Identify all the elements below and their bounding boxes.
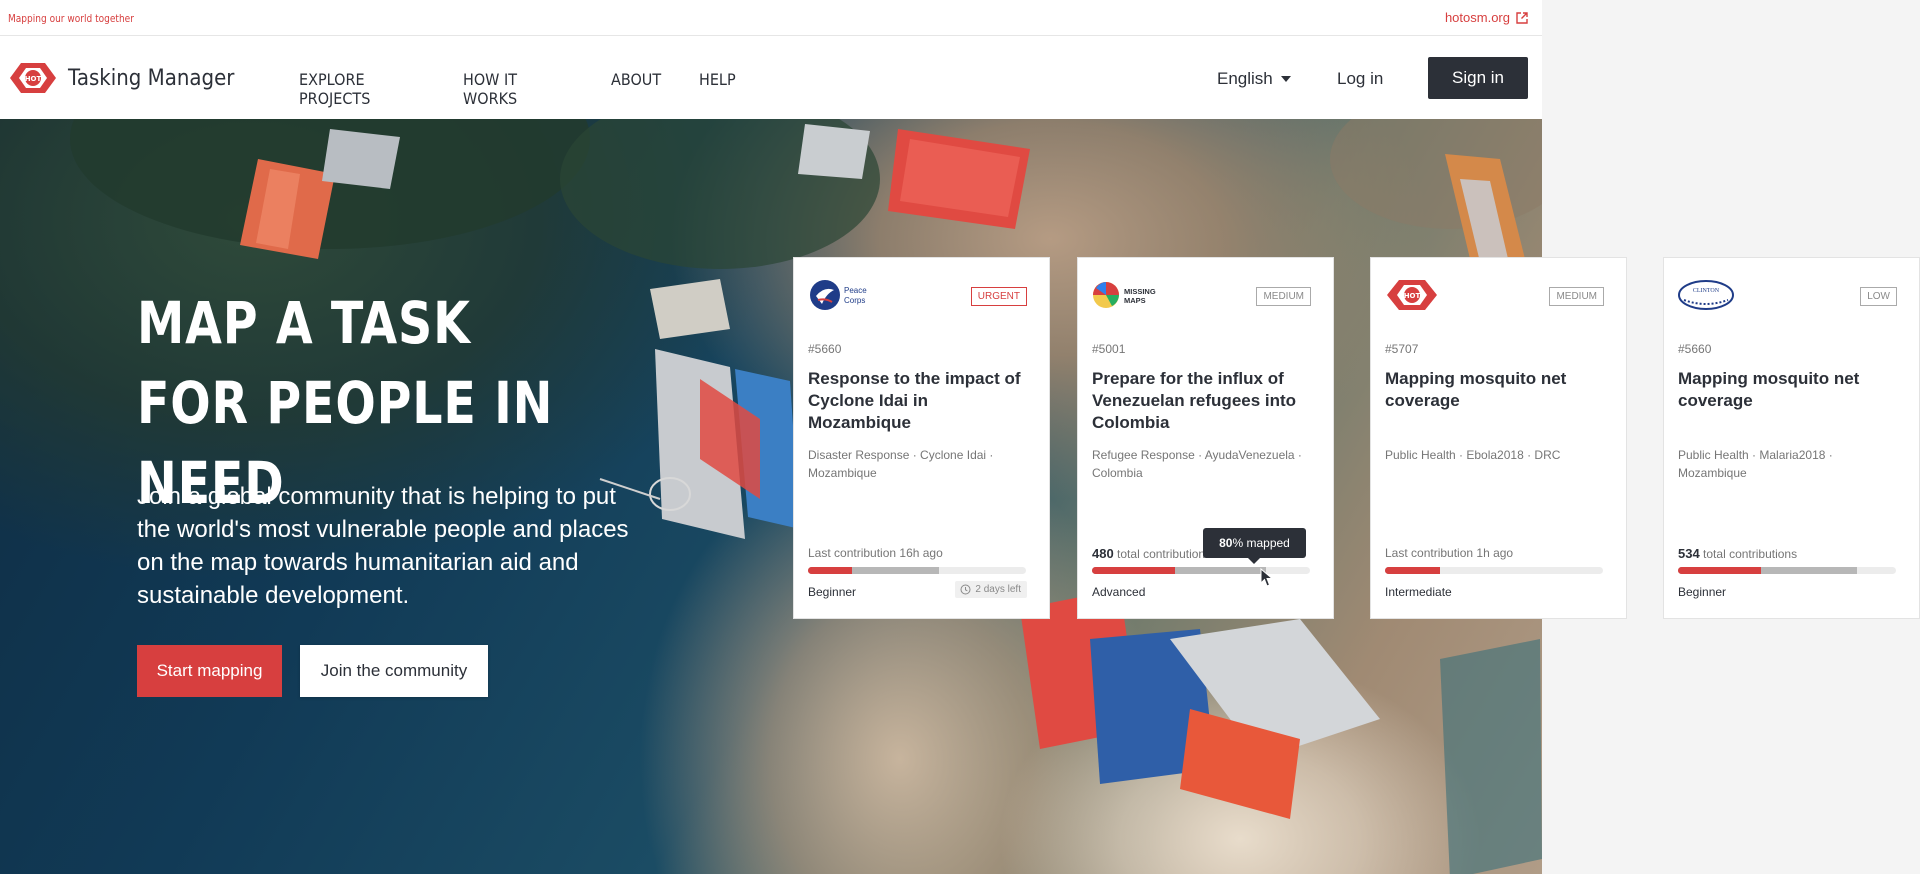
hero-subtitle: Join a global community that is helping … (137, 483, 629, 609)
priority-badge: MEDIUM (1549, 287, 1604, 306)
hot-org-logo-icon: HOT (1387, 280, 1437, 310)
join-community-button[interactable]: Join the community (300, 645, 488, 697)
progress-mapped (1092, 567, 1175, 574)
project-tags: Refugee Response · AyudaVenezuela · Colo… (1092, 448, 1302, 480)
difficulty-level: Intermediate (1385, 585, 1452, 599)
clinton-text: CLINTON (1693, 288, 1720, 294)
site-logo[interactable]: HOT Tasking Manager (8, 61, 253, 95)
start-mapping-button[interactable]: Start mapping (137, 645, 282, 697)
external-link-icon (1516, 11, 1528, 24)
brand-name: Tasking Manager (68, 65, 235, 91)
login-link[interactable]: Log in (1337, 69, 1383, 89)
hotosm-link[interactable]: hotosm.org (1445, 10, 1528, 25)
org-logo: Peace Corps (808, 278, 872, 312)
mouse-cursor-icon (1260, 568, 1274, 587)
project-card[interactable]: Peace Corps URGENT #5660 Response to the… (793, 257, 1050, 619)
language-selector[interactable]: English (1217, 69, 1291, 89)
hot-org-text: HOT (1404, 292, 1421, 300)
signin-button[interactable]: Sign in (1428, 57, 1528, 99)
missing-maps-text-1: MISSING (1124, 287, 1156, 296)
project-card[interactable]: MISSING MAPS MEDIUM #5001 Prepare for th… (1077, 257, 1334, 619)
last-contribution: Last contribution 16h ago (808, 546, 943, 560)
hot-logo-icon: HOT (10, 63, 56, 93)
progress-bar[interactable] (1092, 567, 1310, 574)
difficulty-level: Advanced (1092, 585, 1146, 599)
progress-bar (1385, 567, 1603, 574)
progress-tooltip: 80% mapped (1203, 528, 1306, 564)
difficulty-level: Beginner (808, 585, 857, 599)
hotosm-link-label: hotosm.org (1444, 10, 1510, 25)
total-contributions: 534 total contributions (1678, 546, 1797, 561)
project-title: Mapping mosquito net coverage (1385, 369, 1567, 410)
nav-explore-projects[interactable]: EXPLORE PROJECTS (299, 70, 425, 108)
contribution-count: 534 (1678, 546, 1700, 561)
nav-how-it-works[interactable]: HOW IT WORKS (463, 70, 575, 108)
peace-corps-text-2: Corps (844, 296, 865, 305)
project-id: #5660 (1678, 342, 1712, 356)
org-logo: HOT (1385, 278, 1439, 312)
progress-mapped (1678, 567, 1761, 574)
project-id: #5001 (1092, 342, 1126, 356)
tooltip-suffix: % mapped (1232, 536, 1290, 550)
peace-corps-logo-icon: Peace Corps (810, 280, 867, 310)
contribution-label: total contributions (1703, 547, 1798, 561)
nav-help[interactable]: HELP (699, 70, 739, 108)
missing-maps-logo-icon: MISSING MAPS (1093, 282, 1156, 308)
chevron-down-icon (1280, 76, 1291, 82)
navbar: HOT Tasking Manager EXPLORE PROJECTS HOW… (0, 37, 1542, 119)
progress-bar (1678, 567, 1896, 574)
contribution-label: total contributions (1117, 547, 1212, 561)
progress-mapped (1385, 567, 1440, 574)
progress-bar (808, 567, 1026, 574)
project-id: #5707 (1385, 342, 1419, 356)
project-tags: Disaster Response · Cyclone Idai · Mozam… (808, 448, 994, 480)
time-left-badge: 2 days left (955, 581, 1027, 598)
project-card[interactable]: CLINTON LOW #5660 Mapping mosquito net c… (1663, 257, 1920, 619)
project-tags: Public Health · Ebola2018 · DRC (1385, 448, 1561, 462)
total-contributions: 480 total contributions (1092, 546, 1211, 561)
last-contribution: Last contribution 1h ago (1385, 546, 1514, 560)
tooltip-value: 80 (1219, 536, 1233, 550)
org-logo: CLINTON (1678, 278, 1738, 312)
priority-badge: URGENT (970, 287, 1027, 306)
nav-about[interactable]: ABOUT (611, 70, 669, 108)
project-title: Response to the impact of Cyclone Idai i… (808, 369, 1021, 432)
peace-corps-text-1: Peace (844, 286, 867, 295)
project-card[interactable]: HOT MEDIUM #5707 Mapping mosquito net co… (1370, 257, 1627, 619)
main-nav: EXPLORE PROJECTS HOW IT WORKS ABOUT HELP (299, 70, 767, 108)
missing-maps-text-2: MAPS (1124, 296, 1146, 305)
language-label: English (1217, 69, 1273, 88)
time-left-label: 2 days left (975, 584, 1021, 595)
project-id: #5660 (808, 342, 842, 356)
tagline: Mapping our world together (8, 12, 134, 25)
contribution-count: 480 (1092, 546, 1114, 561)
page: Mapping our world together hotosm.org HO… (0, 0, 1920, 874)
hot-logo-text: HOT (25, 75, 42, 83)
clinton-foundation-logo-icon: CLINTON (1678, 280, 1734, 310)
priority-badge: LOW (1860, 287, 1897, 306)
difficulty-level: Beginner (1678, 585, 1727, 599)
clock-icon (960, 584, 971, 595)
top-bar: Mapping our world together hotosm.org (0, 0, 1542, 36)
progress-mapped (808, 567, 852, 574)
project-title: Prepare for the influx of Venezuelan ref… (1092, 369, 1297, 432)
project-tags: Public Health · Malaria2018 · Mozambique (1678, 448, 1833, 480)
org-logo: MISSING MAPS (1092, 278, 1166, 312)
priority-badge: MEDIUM (1256, 287, 1311, 306)
project-title: Mapping mosquito net coverage (1678, 369, 1860, 410)
